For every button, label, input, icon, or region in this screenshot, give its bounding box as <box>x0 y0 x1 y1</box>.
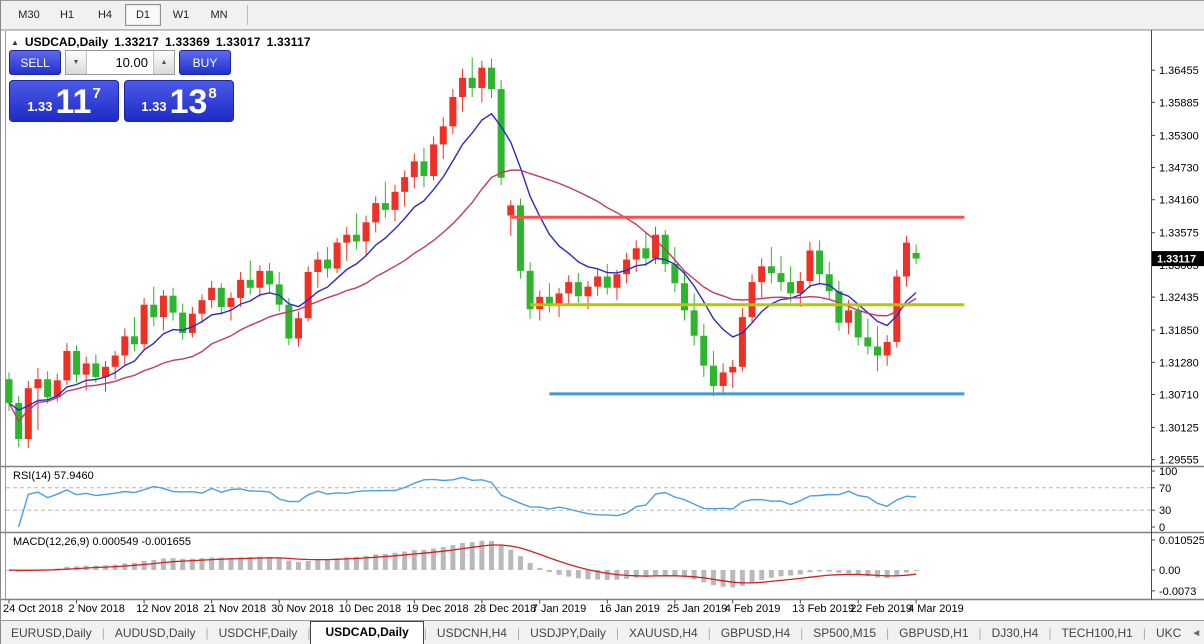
svg-text:1.34160: 1.34160 <box>1159 195 1199 207</box>
svg-text:12 Nov 2018: 12 Nov 2018 <box>136 603 198 615</box>
buy-button[interactable]: BUY <box>179 50 231 75</box>
collapse-chart-icon[interactable]: ▲ <box>11 38 19 47</box>
sell-price-prefix: 1.33 <box>27 99 52 114</box>
svg-text:4 Feb 2019: 4 Feb 2019 <box>725 603 781 615</box>
symbol-tab-bar: EURUSD,Daily|AUDUSD,Daily|USDCHF,Daily|U… <box>1 620 1204 644</box>
chart-tab-audusd-daily[interactable]: AUDUSD,Daily <box>105 623 206 644</box>
ohlc-close-value: 1.33117 <box>267 35 311 49</box>
timeframe-button-h4[interactable]: H4 <box>87 4 123 26</box>
buy-price-pips: 13 <box>170 86 208 118</box>
tab-scroll-controls: ◄► <box>1191 628 1204 644</box>
buy-price-prefix: 1.33 <box>141 99 166 114</box>
svg-text:1.29555: 1.29555 <box>1159 455 1199 467</box>
svg-text:1.35885: 1.35885 <box>1159 97 1199 109</box>
volume-stepper: ▼ ▲ <box>65 50 175 75</box>
chart-tab-tech100-h1[interactable]: TECH100,H1 <box>1051 623 1142 644</box>
sell-button[interactable]: SELL <box>9 50 61 75</box>
sell-price-point: 7 <box>92 85 100 102</box>
chart-title-bar: ▲ USDCAD,Daily 1.33217 1.33369 1.33017 1… <box>11 35 311 49</box>
svg-text:70: 70 <box>1159 483 1171 495</box>
svg-text:30 Nov 2018: 30 Nov 2018 <box>271 603 333 615</box>
sell-price-pips: 11 <box>56 86 92 118</box>
date-axis: 24 Oct 2018 2 Nov 2018 12 Nov 2018 21 Nov 2… <box>3 600 964 616</box>
svg-text:21 Nov 2018: 21 Nov 2018 <box>204 603 266 615</box>
svg-text:2 Nov 2018: 2 Nov 2018 <box>69 603 125 615</box>
svg-text:4 Mar 2019: 4 Mar 2019 <box>908 603 964 615</box>
toolbar-divider <box>247 5 248 25</box>
sell-quote-box[interactable]: 1.33 11 7 <box>9 80 119 122</box>
rsi-label: RSI(14) 57.9460 <box>13 470 94 482</box>
svg-text:1.32435: 1.32435 <box>1159 292 1199 304</box>
chart-tab-xauusd-h4[interactable]: XAUUSD,H4 <box>619 623 708 644</box>
svg-text:1.36455: 1.36455 <box>1159 65 1199 77</box>
svg-text:1.31280: 1.31280 <box>1159 357 1199 369</box>
svg-text:13 Feb 2019: 13 Feb 2019 <box>792 603 854 615</box>
svg-text:1.31850: 1.31850 <box>1159 325 1199 337</box>
chart-tab-gbpusd-h4[interactable]: GBPUSD,H4 <box>711 623 800 644</box>
chart-tab-sp500-m15[interactable]: SP500,M15 <box>803 623 886 644</box>
ohlc-low-value: 1.33017 <box>216 35 261 49</box>
chart-tab-usdcnh-h4[interactable]: USDCNH,H4 <box>427 623 517 644</box>
svg-text:1.33575: 1.33575 <box>1159 228 1199 240</box>
one-click-trade-panel: SELL ▼ ▲ BUY 1.33 11 7 1.33 13 8 <box>9 50 235 122</box>
timeframe-button-mn[interactable]: MN <box>201 4 237 26</box>
svg-text:24 Oct 2018: 24 Oct 2018 <box>3 603 63 615</box>
svg-text:25 Jan 2019: 25 Jan 2019 <box>667 603 728 615</box>
svg-text:1.30710: 1.30710 <box>1159 389 1199 401</box>
svg-text:28 Dec 2018: 28 Dec 2018 <box>474 603 536 615</box>
svg-text:0.00: 0.00 <box>1159 565 1180 577</box>
svg-text:100: 100 <box>1159 466 1177 478</box>
timeframe-button-w1[interactable]: W1 <box>163 4 199 26</box>
svg-text:19 Dec 2018: 19 Dec 2018 <box>406 603 468 615</box>
svg-text:7 Jan 2019: 7 Jan 2019 <box>532 603 586 615</box>
svg-text:-0.0073: -0.0073 <box>1159 586 1196 598</box>
buy-price-point: 8 <box>208 85 216 102</box>
svg-text:16 Jan 2019: 16 Jan 2019 <box>599 603 660 615</box>
chart-tab-gbpusd-h1[interactable]: GBPUSD,H1 <box>889 623 978 644</box>
volume-decrease-icon[interactable]: ▼ <box>66 51 87 74</box>
ohlc-open-value: 1.33217 <box>114 35 159 49</box>
svg-text:1.30125: 1.30125 <box>1159 422 1199 434</box>
chart-tab-usdchf-daily[interactable]: USDCHF,Daily <box>209 623 308 644</box>
timeframe-toolbar: M30H1H4D1W1MN <box>1 0 1204 30</box>
volume-input[interactable] <box>87 51 153 74</box>
volume-increase-icon[interactable]: ▲ <box>153 51 174 74</box>
timeframe-button-d1[interactable]: D1 <box>125 4 161 26</box>
chart-tab-usdcad-daily[interactable]: USDCAD,Daily <box>310 621 423 644</box>
tabs-scroll-left-icon[interactable]: ◄ <box>1191 628 1201 639</box>
svg-text:22 Feb 2019: 22 Feb 2019 <box>850 603 912 615</box>
timeframe-button-h1[interactable]: H1 <box>49 4 85 26</box>
price-axis: 1.36455 1.35885 1.35300 1.34730 1.34160 1.335… <box>1151 65 1204 466</box>
chart-symbol-label: USDCAD,Daily <box>25 35 108 49</box>
chart-tab-usdjpy-daily[interactable]: USDJPY,Daily <box>520 623 616 644</box>
timeframe-button-m30[interactable]: M30 <box>11 4 47 26</box>
chart-tab-eurusd-daily[interactable]: EURUSD,Daily <box>1 623 102 644</box>
trading-terminal-window: { "toolbar": { "timeframes": ["M30", "H1… <box>0 0 1204 644</box>
svg-text:1.35300: 1.35300 <box>1159 130 1199 142</box>
svg-text:1.34730: 1.34730 <box>1159 163 1199 175</box>
chart-window: 1.36455 1.35885 1.35300 1.34730 1.34160 1.335… <box>1 30 1204 620</box>
svg-text:10 Dec 2018: 10 Dec 2018 <box>339 603 401 615</box>
rsi-indicator-panel[interactable]: RSI(14) 57.9460 100 70 30 0 <box>6 466 1177 534</box>
chart-tab-dj30-h4[interactable]: DJ30,H4 <box>982 623 1049 644</box>
svg-text:0: 0 <box>1159 522 1165 534</box>
macd-label: MACD(12,26,9) 0.000549 -0.001655 <box>13 536 191 548</box>
svg-text:30: 30 <box>1159 505 1171 517</box>
svg-text:1.33117: 1.33117 <box>1157 254 1196 266</box>
svg-text:0.010525: 0.010525 <box>1159 535 1204 547</box>
buy-quote-box[interactable]: 1.33 13 8 <box>124 80 234 122</box>
macd-indicator-panel[interactable]: MACD(12,26,9) 0.000549 -0.001655 0.010525… <box>7 535 1204 598</box>
ohlc-high-value: 1.33369 <box>165 35 210 49</box>
chart-tab-ukc[interactable]: UKC <box>1146 623 1191 644</box>
